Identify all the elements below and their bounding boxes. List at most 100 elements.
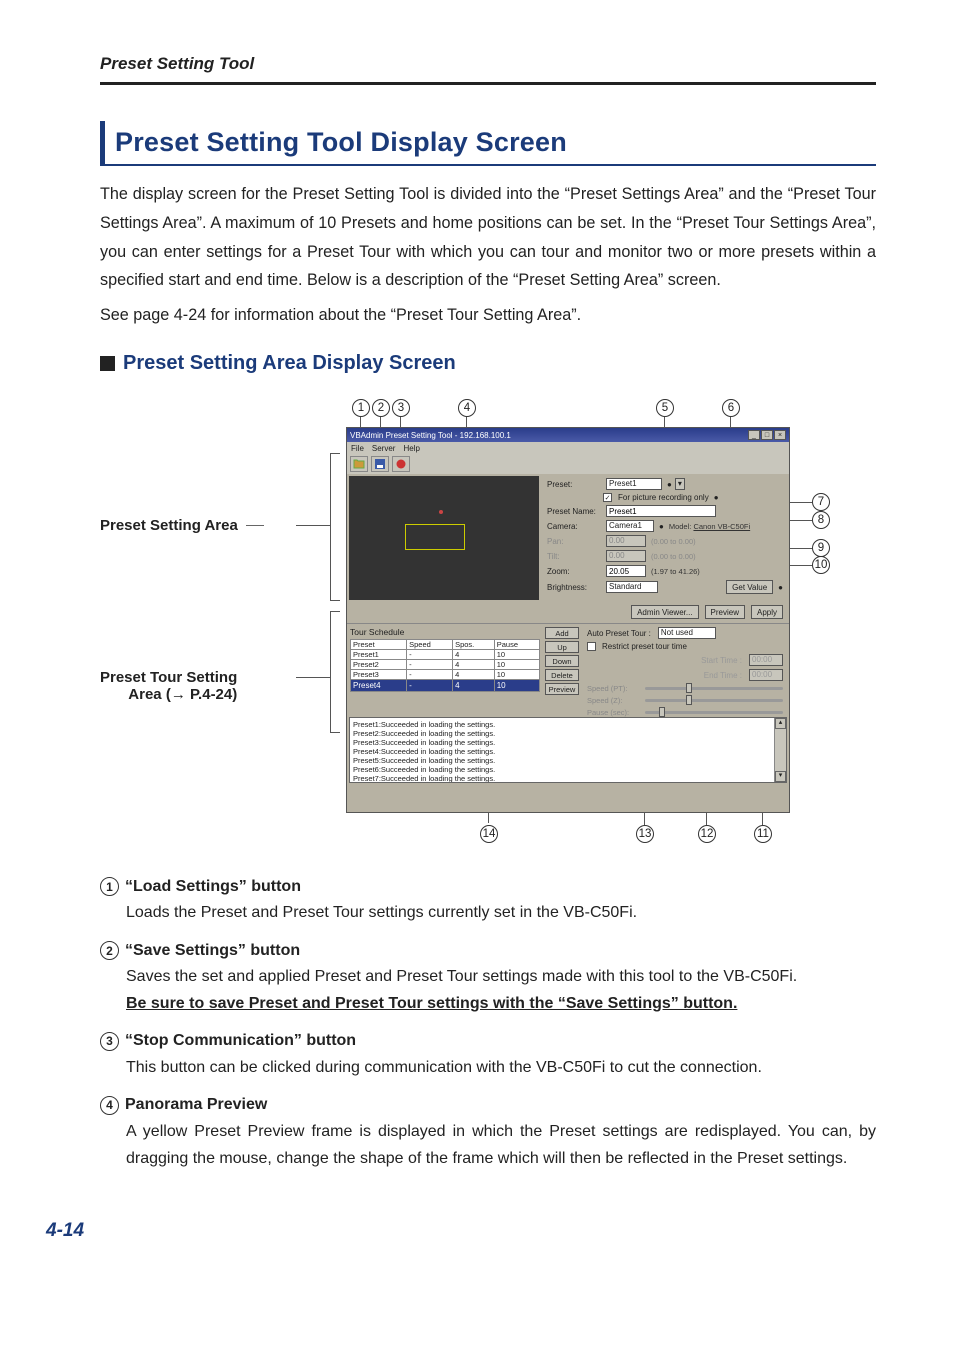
marker-3: 3	[392, 399, 410, 417]
save-settings-button[interactable]	[371, 456, 389, 472]
menu-server[interactable]: Server	[372, 444, 396, 453]
delete-button[interactable]: Delete	[545, 669, 579, 681]
add-button[interactable]: Add	[545, 627, 579, 639]
marker-14: 14	[480, 825, 498, 843]
marker-5: 5	[656, 399, 674, 417]
preset-frame[interactable]	[405, 524, 465, 550]
speed-pt-slider[interactable]	[645, 687, 783, 690]
pause-slider[interactable]	[645, 711, 783, 714]
menu-help[interactable]: Help	[403, 444, 419, 453]
bullet-square-icon	[100, 356, 115, 371]
toolbar	[347, 454, 789, 474]
down-button[interactable]: Down	[545, 655, 579, 667]
zoom-input[interactable]	[606, 565, 646, 577]
desc-title-4: Panorama Preview	[125, 1096, 267, 1114]
desc-title-3: “Stop Communication” button	[125, 1032, 356, 1050]
description-list: 1“Load Settings” button Loads the Preset…	[100, 877, 876, 1172]
up-button[interactable]: Up	[545, 641, 579, 653]
col-pause: Pause	[494, 640, 539, 650]
brightness-label: Brightness:	[547, 583, 603, 592]
start-time-label: Start Time :	[587, 656, 746, 665]
marker-8: 8	[812, 511, 830, 529]
record-label: For picture recording only	[618, 493, 709, 502]
get-value-button[interactable]: Get Value	[726, 580, 773, 594]
marker-6: 6	[722, 399, 740, 417]
log-line: Preset3:Succeeded in loading the setting…	[353, 738, 783, 747]
auto-tour-select[interactable]: Not used	[658, 627, 716, 639]
marker-13: 13	[636, 825, 654, 843]
apply-button[interactable]: Apply	[751, 605, 783, 619]
menu-bar: File Server Help	[347, 442, 789, 454]
desc-num-2: 2	[100, 941, 119, 960]
speed-z-slider[interactable]	[645, 699, 783, 702]
tour-table[interactable]: Preset Speed Spos. Pause Preset1-410 Pre…	[350, 639, 540, 692]
admin-viewer-button[interactable]: Admin Viewer...	[631, 605, 698, 619]
pause-sec-label: Pause (sec):	[587, 708, 641, 717]
scroll-down-icon[interactable]: ▾	[775, 771, 786, 782]
speed-z-label: Speed (Z):	[587, 696, 641, 705]
header-rule	[100, 82, 876, 85]
intro-see-also: See page 4-24 for information about the …	[100, 301, 876, 330]
log-line: Preset5:Succeeded in loading the setting…	[353, 756, 783, 765]
desc-body-3: This button can be clicked during commun…	[126, 1055, 876, 1082]
scrollbar[interactable]: ▴ ▾	[774, 718, 786, 782]
window-title: VBAdmin Preset Setting Tool - 192.168.10…	[350, 431, 511, 440]
desc-num-3: 3	[100, 1032, 119, 1051]
tour-schedule-label: Tour Schedule	[350, 627, 540, 639]
stop-communication-button[interactable]	[392, 456, 410, 472]
auto-tour-label: Auto Preset Tour :	[587, 629, 651, 638]
marker-4: 4	[458, 399, 476, 417]
camera-select[interactable]: Camera1	[606, 520, 654, 532]
end-time-label: End Time :	[587, 671, 746, 680]
pan-label: Pan:	[547, 537, 603, 546]
camera-label: Camera:	[547, 522, 603, 531]
scroll-up-icon[interactable]: ▴	[775, 718, 786, 729]
running-head: Preset Setting Tool	[100, 54, 876, 74]
preset-select[interactable]: Preset1	[606, 478, 662, 490]
menu-file[interactable]: File	[351, 444, 364, 453]
end-time-input: 00:00	[749, 669, 783, 681]
brightness-select[interactable]: Standard	[606, 581, 658, 593]
intro-paragraph: The display screen for the Preset Settin…	[100, 180, 876, 295]
panorama-preview[interactable]	[349, 476, 539, 600]
col-preset: Preset	[351, 640, 407, 650]
presetname-label: Preset Name:	[547, 507, 603, 516]
restrict-checkbox[interactable]	[587, 642, 596, 651]
preset-tool-window: VBAdmin Preset Setting Tool - 192.168.10…	[346, 427, 790, 813]
log-line: Preset2:Succeeded in loading the setting…	[353, 729, 783, 738]
bracket-preset-area	[330, 453, 340, 601]
load-settings-button[interactable]	[350, 456, 368, 472]
desc-num-1: 1	[100, 877, 119, 896]
record-checkbox[interactable]: ✓	[603, 493, 612, 502]
col-spos: Spos.	[453, 640, 495, 650]
desc-body-2: Saves the set and applied Preset and Pre…	[126, 964, 876, 1018]
preset-label: Preset:	[547, 480, 603, 489]
table-row[interactable]: Preset2-410	[351, 660, 540, 670]
table-row[interactable]: Preset1-410	[351, 650, 540, 660]
marker-12: 12	[698, 825, 716, 843]
subsection-title: Preset Setting Area Display Screen	[123, 352, 456, 375]
model-value: Canon VB-C50Fi	[693, 522, 750, 531]
close-button[interactable]: ×	[774, 430, 786, 440]
tilt-label: Tilt:	[547, 552, 603, 561]
preview-button[interactable]: Preview	[705, 605, 745, 619]
tour-schedule: Tour Schedule Preset Speed Spos. Pause P…	[347, 625, 543, 715]
minimize-button[interactable]: _	[748, 430, 760, 440]
desc-body-4: A yellow Preset Preview frame is display…	[126, 1119, 876, 1173]
log-line: Preset4:Succeeded in loading the setting…	[353, 747, 783, 756]
model-label: Model:	[669, 522, 692, 531]
tour-preview-button[interactable]: Preview	[545, 683, 579, 695]
dropdown-icon[interactable]: ▾	[675, 478, 685, 490]
table-row[interactable]: Preset4-410	[351, 680, 540, 692]
log-line: Preset6:Succeeded in loading the setting…	[353, 765, 783, 774]
marker-2: 2	[372, 399, 390, 417]
title-bar: VBAdmin Preset Setting Tool - 192.168.10…	[347, 428, 789, 442]
speed-pt-label: Speed (PT):	[587, 684, 641, 693]
callout-tour-area-line2: Area (→ P.4-24)	[128, 686, 237, 703]
figure: 1 2 3 4 5 6 7 8 9 10 14 13 12 11 Pr	[100, 393, 876, 853]
bracket-tour-area	[330, 611, 340, 733]
marker-7: 7	[812, 493, 830, 511]
table-row[interactable]: Preset3-410	[351, 670, 540, 680]
maximize-button[interactable]: □	[761, 430, 773, 440]
presetname-input[interactable]	[606, 505, 716, 517]
